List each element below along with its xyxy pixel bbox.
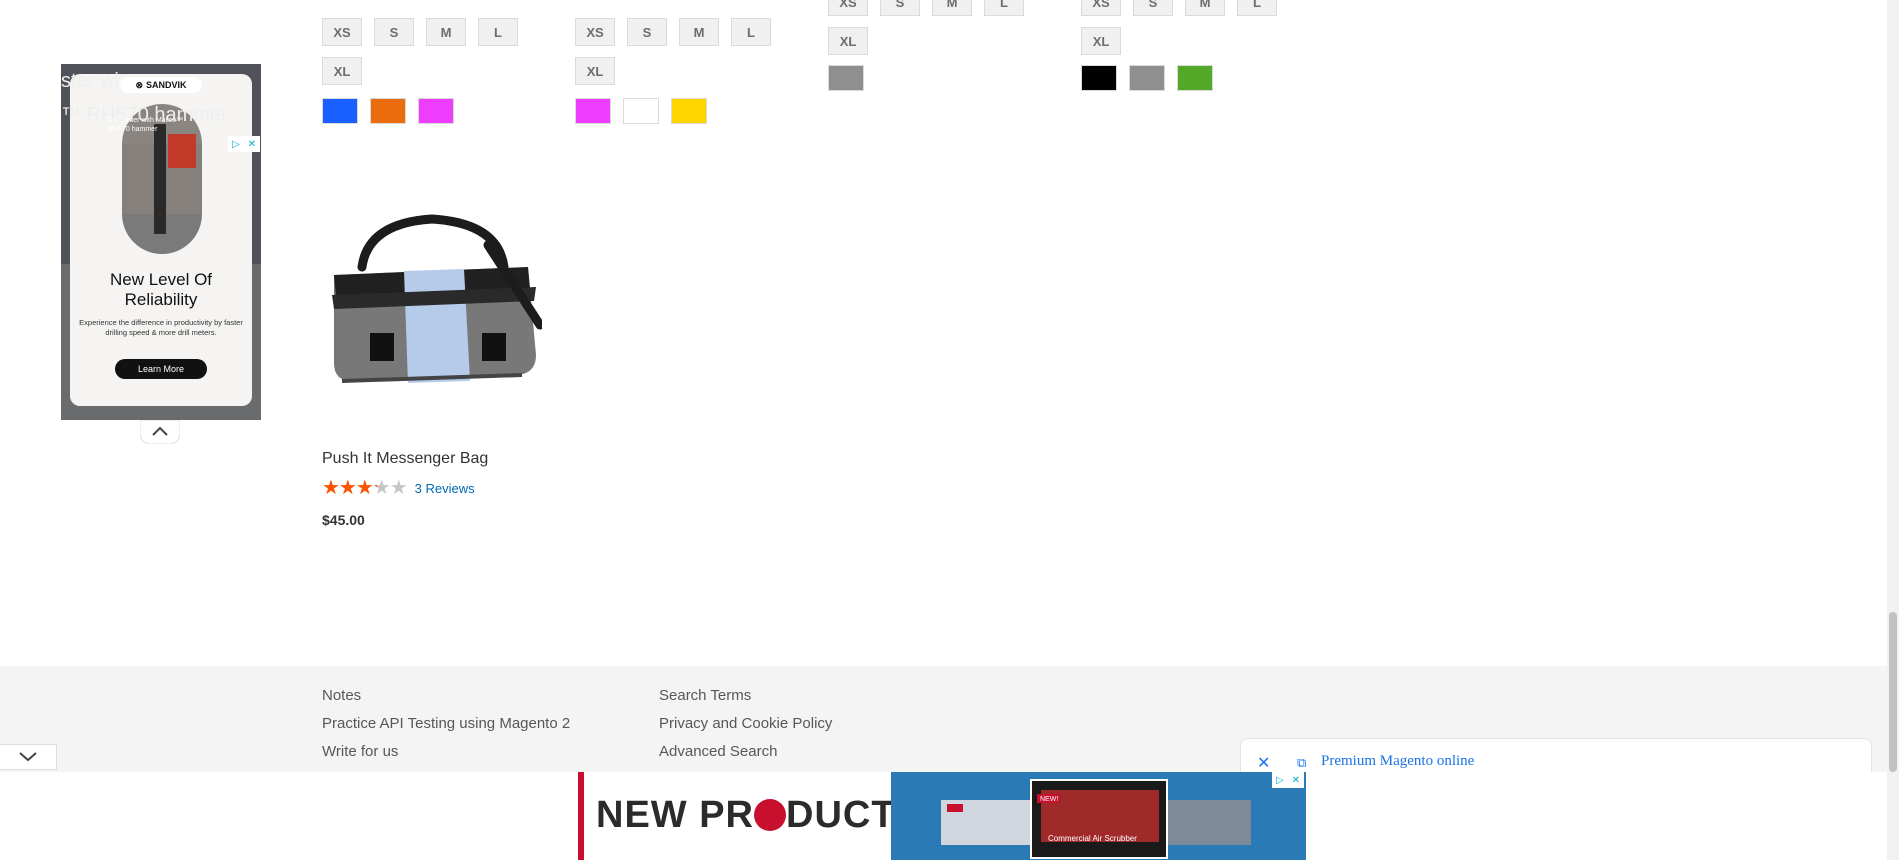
ad-caption: Commercial Air Scrubber [1048, 834, 1137, 843]
footer-link-privacy-policy[interactable]: Privacy and Cookie Policy [659, 710, 832, 738]
left-ad-banner[interactable]: ⊗ SANDVIK Drill faster with Mallco™ RH570… [61, 64, 261, 420]
color-options [322, 98, 454, 124]
color-swatch-gray[interactable] [1129, 65, 1165, 91]
size-xs[interactable]: XS [828, 0, 868, 16]
adchoices-icon[interactable]: ▷ ✕ [1272, 772, 1304, 788]
page-scrollbar[interactable] [1887, 0, 1899, 860]
size-options: XS S M L XL [322, 18, 532, 85]
color-swatch-blue[interactable] [322, 98, 358, 124]
ad-accent-bar [578, 772, 584, 860]
footer-link-notes[interactable]: Notes [322, 682, 570, 710]
size-xl[interactable]: XL [1081, 27, 1121, 55]
adchoices-icon[interactable]: ▷ ✕ [228, 136, 260, 152]
size-l[interactable]: L [731, 18, 771, 46]
ad-logo-o-icon [754, 799, 786, 831]
ad-badge: NEW! [1040, 796, 1059, 803]
footer-link-advanced-search[interactable]: Advanced Search [659, 738, 832, 766]
color-swatch-white[interactable] [623, 98, 659, 124]
size-options: XS S M L XL [1081, 0, 1291, 55]
reviews-link[interactable]: 3 Reviews [415, 481, 475, 496]
scrollbar-thumb[interactable] [1889, 612, 1897, 772]
ad-body: Experience the difference in productivit… [79, 318, 243, 337]
external-link-icon: ⧉ [1297, 755, 1307, 770]
footer-link-write-for-us[interactable]: Write for us [322, 738, 570, 766]
sandvik-logo: ⊗ SANDVIK [120, 77, 202, 93]
size-s[interactable]: S [627, 18, 667, 46]
color-options [828, 65, 864, 91]
color-swatch-purple[interactable] [575, 98, 611, 124]
color-swatch-yellow[interactable] [671, 98, 707, 124]
ad-product-photos [891, 772, 1306, 860]
promo-text[interactable]: Premium Magento online [1321, 753, 1474, 770]
product-image[interactable] [322, 205, 542, 425]
product-rating: ★★★★★★★★★★ 3 Reviews [322, 478, 475, 498]
product-price: $45.00 [322, 512, 365, 528]
rating-stars: ★★★★★★★★★★ [322, 477, 408, 499]
footer-link-search-terms[interactable]: Search Terms [659, 682, 832, 710]
size-options: XS S M L XL [828, 0, 1038, 55]
size-s[interactable]: S [1133, 0, 1173, 16]
size-xl[interactable]: XL [575, 57, 615, 85]
collapse-ad-icon[interactable] [140, 420, 180, 444]
ad-title: NEW PR DUCTS [596, 794, 922, 836]
footer-links-col2: Search Terms Privacy and Cookie Policy A… [659, 682, 832, 766]
size-l[interactable]: L [984, 0, 1024, 16]
rating-stars-fill: ★★★★★ [322, 478, 377, 498]
size-s[interactable]: S [374, 18, 414, 46]
close-icon[interactable]: ✕ [1257, 753, 1270, 773]
bottom-ad-banner[interactable]: NEW PR DUCTS NEW! Commercial Air Scrubber… [578, 772, 1306, 860]
ad-bg-text-2: ™ RH570 hammer [61, 104, 228, 126]
learn-more-button[interactable]: Learn More [115, 359, 207, 379]
product-name-link[interactable]: Push It Messenger Bag [322, 450, 488, 468]
color-swatch-gray[interactable] [828, 65, 864, 91]
size-l[interactable]: L [1237, 0, 1277, 16]
color-swatch-green[interactable] [1177, 65, 1213, 91]
size-m[interactable]: M [426, 18, 466, 46]
ad-headline: New Level Of Reliability [109, 270, 213, 309]
color-swatch-black[interactable] [1081, 65, 1117, 91]
color-options [575, 98, 707, 124]
color-swatch-purple[interactable] [418, 98, 454, 124]
size-m[interactable]: M [1185, 0, 1225, 16]
anchor-ad-toggle[interactable] [0, 744, 57, 770]
size-xs[interactable]: XS [322, 18, 362, 46]
size-xs[interactable]: XS [575, 18, 615, 46]
size-xl[interactable]: XL [828, 27, 868, 55]
footer-links-col1: Notes Practice API Testing using Magento… [322, 682, 570, 766]
ad-bg-text: ster wi [61, 70, 119, 92]
size-m[interactable]: M [679, 18, 719, 46]
size-s[interactable]: S [880, 0, 920, 16]
size-xl[interactable]: XL [322, 57, 362, 85]
color-options [1081, 65, 1213, 91]
chevron-down-icon [19, 752, 37, 762]
footer-link-api-testing[interactable]: Practice API Testing using Magento 2 [322, 710, 570, 738]
color-swatch-orange[interactable] [370, 98, 406, 124]
size-m[interactable]: M [932, 0, 972, 16]
size-l[interactable]: L [478, 18, 518, 46]
size-options: XS S M L XL [575, 18, 785, 85]
size-xs[interactable]: XS [1081, 0, 1121, 16]
